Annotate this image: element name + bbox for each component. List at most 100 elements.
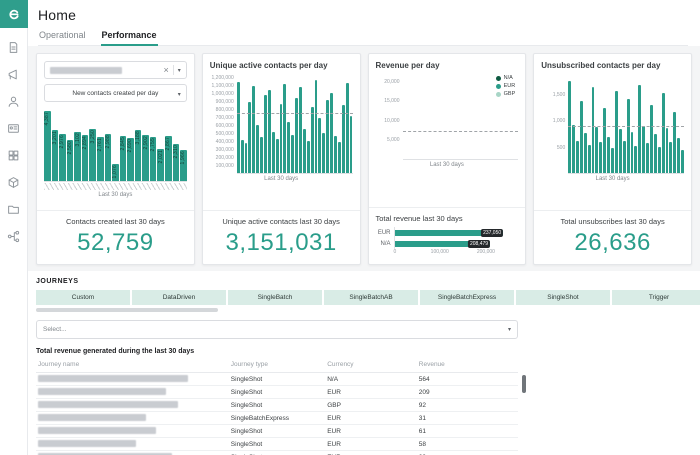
main-area: Home Operational Performance × ▾ [28, 0, 700, 455]
table-row[interactable]: SingleShotEUR29 [36, 451, 518, 455]
y-axis: 100,000200,000300,000400,000500,000600,0… [210, 74, 237, 174]
card-divider [203, 210, 360, 211]
column-header[interactable]: Journey type [229, 359, 325, 373]
journey-type-cell[interactable]: Custom [36, 290, 130, 305]
table-cell: SingleShot [229, 373, 325, 386]
legend-dot-eur [496, 84, 501, 89]
card-title: Unique active contacts per day [210, 61, 353, 70]
chart-caption: Last 30 days [44, 192, 187, 198]
summary-value: 3,151,031 [210, 229, 353, 257]
journey-filter-select[interactable]: Select... ▾ [36, 320, 518, 339]
redacted-journey-name [38, 427, 156, 434]
legend-label: N/A [504, 75, 513, 81]
vertical-scrollbar-thumb[interactable] [522, 375, 526, 393]
app-logo[interactable] [0, 0, 28, 28]
table-cell: 564 [417, 373, 518, 386]
summary-label: Total revenue last 30 days [376, 214, 519, 223]
account-filter-combobox[interactable]: × ▾ [44, 61, 187, 79]
journey-type-cell[interactable]: SingleBatch [228, 290, 322, 305]
journey-type-cell[interactable]: SingleShot [516, 290, 610, 305]
card-summary: Contacts created last 30 days 52,759 [44, 206, 187, 257]
chart-caption: Last 30 days [210, 176, 353, 182]
card-summary: Total revenue last 30 days EUR237,050N/A… [376, 203, 519, 257]
redacted-filter-value [50, 67, 122, 74]
table-cell: 58 [417, 438, 518, 451]
unsubscribed-contacts-card: Unsubscribed contacts per day 5001,0001,… [533, 53, 692, 265]
combobox-divider [173, 65, 174, 75]
tab-operational[interactable]: Operational [38, 30, 87, 45]
table-cell [36, 438, 229, 451]
table-row[interactable]: SingleShotEUR209 [36, 386, 518, 399]
tab-performance[interactable]: Performance [101, 30, 158, 46]
journey-type-cell[interactable]: DataDriven [132, 290, 226, 305]
table-cell: GBP [325, 399, 417, 412]
metric-select-value: New contacts created per day [72, 90, 158, 97]
legend-dot-na [496, 76, 501, 81]
redacted-journey-name [38, 388, 166, 395]
journeys-panel: JOURNEYS CustomDataDrivenSingleBatchSing… [28, 271, 700, 455]
automation-flow-icon[interactable] [4, 229, 24, 243]
horizontal-scrollbar[interactable] [36, 308, 700, 312]
x-axis-date-labels [44, 183, 187, 190]
table-row[interactable]: SingleShotGBP92 [36, 399, 518, 412]
page-header: Home Operational Performance [28, 0, 700, 46]
table-cell: SingleShot [229, 386, 325, 399]
table-cell: SingleBatchExpress [229, 412, 325, 425]
total-revenue-bar: EUR237,050 [376, 227, 519, 238]
table-cell: 29 [417, 451, 518, 455]
journey-type-cell[interactable]: SingleBatchExpress [420, 290, 514, 305]
table-cell: EUR [325, 438, 417, 451]
legend-item: EUR [496, 83, 516, 89]
journey-type-cell[interactable]: Trigger [612, 290, 700, 305]
table-row[interactable]: SingleShotEUR58 [36, 438, 518, 451]
folder-icon[interactable] [4, 202, 24, 216]
chevron-down-icon[interactable]: ▾ [178, 67, 181, 74]
table-cell: SingleShot [229, 438, 325, 451]
legend-item: GBP [496, 91, 516, 97]
revenue-table-wrap: Journey nameJourney typeCurrencyRevenue … [36, 359, 526, 455]
unique-active-contacts-chart: 100,000200,000300,000400,000500,000600,0… [210, 74, 353, 174]
journey-type-cell[interactable]: SingleBatchAB [324, 290, 418, 305]
contacts-created-card: × ▾ New contacts created per day ▾ 4,387… [36, 53, 195, 265]
combobox-controls: × ▾ [163, 65, 180, 75]
table-cell: N/A [325, 373, 417, 386]
chevron-down-icon: ▾ [508, 326, 511, 333]
metric-select[interactable]: New contacts created per day ▾ [44, 84, 187, 102]
y-axis: 5001,0001,500 [541, 74, 568, 174]
summary-label: Contacts created last 30 days [44, 217, 187, 226]
column-header[interactable]: Journey name [36, 359, 229, 373]
summary-value: 26,636 [541, 229, 684, 257]
table-cell [36, 373, 229, 386]
card-divider [534, 210, 691, 211]
table-cell [36, 412, 229, 425]
document-icon[interactable] [4, 40, 24, 54]
audience-icon[interactable] [4, 121, 24, 135]
table-row[interactable]: SingleShotEUR61 [36, 425, 518, 438]
table-cell [36, 399, 229, 412]
dashboard-content: × ▾ New contacts created per day ▾ 4,387… [28, 46, 700, 455]
clear-icon[interactable]: × [163, 66, 168, 75]
revenue-per-day-chart: N/A EUR GBP 5,00010,00015,00020,000 [376, 74, 519, 160]
table-cell: 61 [417, 425, 518, 438]
campaigns-icon[interactable] [4, 67, 24, 81]
legend-label: EUR [504, 83, 516, 89]
table-row[interactable]: SingleBatchExpressEUR31 [36, 412, 518, 425]
card-summary: Total unsubscribes last 30 days 26,636 [541, 206, 684, 257]
table-row[interactable]: SingleShotN/A564 [36, 373, 518, 386]
scrollbar-thumb[interactable] [36, 308, 218, 312]
chart-caption: Last 30 days [376, 162, 519, 168]
total-revenue-bar: N/A208,479 [376, 238, 519, 249]
table-cell: EUR [325, 412, 417, 425]
products-box-icon[interactable] [4, 175, 24, 189]
table-header-row: Journey nameJourney typeCurrencyRevenue [36, 359, 518, 373]
revenue-table: Journey nameJourney typeCurrencyRevenue … [36, 359, 518, 455]
legend-dot-gbp [496, 92, 501, 97]
chart-legend: N/A EUR GBP [494, 74, 518, 98]
column-header[interactable]: Revenue [417, 359, 518, 373]
column-header[interactable]: Currency [325, 359, 417, 373]
select-placeholder: Select... [43, 326, 66, 333]
apps-grid-icon[interactable] [4, 148, 24, 162]
contacts-icon[interactable] [4, 94, 24, 108]
table-cell: 209 [417, 386, 518, 399]
page-title: Home [38, 7, 688, 23]
